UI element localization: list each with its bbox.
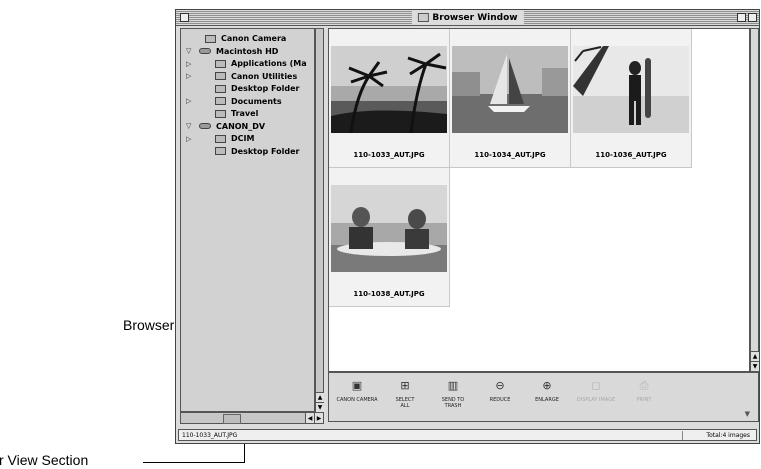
toolbar: ▼ ▣ CANON CAMERA ⊞ SELECT ALL ▥ SEND TO TRASH… xyxy=(328,372,759,422)
zoom-out-icon: ⊖ xyxy=(495,379,505,392)
folder-icon xyxy=(215,109,226,118)
camera-button[interactable]: ▣ CANON CAMERA xyxy=(333,379,381,404)
folder-icon xyxy=(215,59,226,68)
toolbar-button-label: DISPLAY IMAGE xyxy=(576,397,616,403)
tree-item[interactable]: ▷ Canon Utilities xyxy=(186,70,298,83)
display-image-button[interactable]: ◻ DISPLAY IMAGE xyxy=(572,379,620,404)
image-thumbnail[interactable]: 110-1033_AUT.JPG xyxy=(329,29,450,168)
status-bar: 110-1033_AUT.JPG Total:4 images xyxy=(178,429,757,441)
thumbnail-image xyxy=(452,46,568,133)
image-count: Total:4 images xyxy=(706,432,750,439)
image-thumbnail[interactable]: 110-1034_AUT.JPG xyxy=(450,29,571,168)
scroll-down-arrow-icon[interactable]: ▼ xyxy=(315,402,324,412)
toolbar-button-label: PRINT xyxy=(636,397,652,403)
thumbnail-filename: 110-1036_AUT.JPG xyxy=(595,151,667,159)
zoom-in-button[interactable]: ⊕ ENLARGE xyxy=(523,379,571,404)
tree-item-label: Desktop Folder xyxy=(231,146,300,156)
image-thumbnail[interactable]: 110-1038_AUT.JPG xyxy=(329,168,450,307)
window-title: Browser Window xyxy=(411,10,524,25)
disclosure-closed-icon[interactable]: ▷ xyxy=(186,97,191,105)
scroll-left-arrow-icon[interactable]: ◀ xyxy=(305,413,314,423)
tree-item[interactable]: Canon Camera xyxy=(205,32,286,45)
tree-item[interactable]: Desktop Folder xyxy=(215,82,299,95)
camera-icon: ▣ xyxy=(351,379,363,392)
tree-item[interactable]: ▷ Applications (Ma xyxy=(186,57,307,70)
scroll-right-arrow-icon[interactable]: ▶ xyxy=(314,413,323,423)
scroll-thumb[interactable] xyxy=(223,414,241,424)
folder-view-callout: r View Section xyxy=(0,452,89,468)
display-image-icon: ◻ xyxy=(591,379,601,392)
trash-icon: ▥ xyxy=(447,379,459,392)
close-box[interactable] xyxy=(180,13,189,22)
folder-icon xyxy=(215,134,226,143)
tree-item-label: Desktop Folder xyxy=(231,84,300,93)
tree-item-label: Macintosh HD xyxy=(216,46,279,56)
thumbnail-image xyxy=(331,46,447,133)
disclosure-open-icon[interactable]: ▽ xyxy=(186,122,191,130)
folder-icon xyxy=(215,147,226,155)
tree-item-label: Applications (Ma xyxy=(231,59,307,68)
select-all-icon: ⊞ xyxy=(400,379,410,392)
tree-item[interactable]: Desktop Folder xyxy=(215,145,299,158)
thumbnail-image xyxy=(573,46,689,133)
tree-item[interactable]: Travel xyxy=(215,107,258,120)
collapse-box[interactable] xyxy=(748,13,757,22)
tree-item-label: DCIM xyxy=(231,134,255,143)
zoom-box[interactable] xyxy=(737,13,746,22)
tree-item-label: Canon Camera xyxy=(221,34,287,43)
disclosure-closed-icon[interactable]: ▷ xyxy=(186,60,191,68)
zoom-out-button[interactable]: ⊖ REDUCE xyxy=(476,379,524,404)
tree-item[interactable]: ▷ DCIM xyxy=(186,132,255,145)
toolbar-button-label: SELECT ALL xyxy=(395,397,415,409)
tree-item-label: Canon Utilities xyxy=(231,71,298,81)
camera-icon xyxy=(205,34,216,43)
folder-view-section[interactable]: Canon Camera ▽ Macintosh HD ▷ Applications (… xyxy=(180,28,315,412)
toolbar-button-label: SEND TO TRASH xyxy=(441,397,465,409)
tree-item-label: Documents xyxy=(231,96,282,106)
folder-view-leader-horizontal xyxy=(143,462,245,463)
tree-item[interactable]: ▽ Macintosh HD xyxy=(186,45,279,58)
toolbar-scroll-arrow-icon[interactable]: ▼ xyxy=(745,410,750,418)
print-button[interactable]: ⎙ PRINT xyxy=(620,379,668,404)
select-all-button[interactable]: ⊞ SELECT ALL xyxy=(381,379,429,410)
thumbnail-filename: 110-1033_AUT.JPG xyxy=(353,151,425,159)
zoom-in-icon: ⊕ xyxy=(542,379,552,392)
selected-file-name: 110-1033_AUT.JPG xyxy=(182,432,238,439)
scroll-up-arrow-icon[interactable]: ▲ xyxy=(750,351,759,361)
disclosure-open-icon[interactable]: ▽ xyxy=(186,47,191,55)
hard-disk-icon xyxy=(199,48,211,54)
folder-icon xyxy=(417,13,429,22)
tree-item-label: CANON_DV xyxy=(216,121,266,131)
folder-pane-vertical-scrollbar[interactable]: ▲ ▼ xyxy=(315,28,324,412)
title-bar[interactable]: Browser Window xyxy=(176,10,759,26)
disclosure-closed-icon[interactable]: ▷ xyxy=(186,135,191,143)
folder-icon xyxy=(215,97,226,105)
folder-icon xyxy=(215,84,226,93)
browser-vertical-scrollbar[interactable]: ▲ ▼ xyxy=(750,28,759,372)
trash-button[interactable]: ▥ SEND TO TRASH xyxy=(429,379,477,410)
print-icon: ⎙ xyxy=(639,379,649,392)
browser-area[interactable]: 110-1033_AUT.JPG 110-1034_AUT.JPG 110-1036… xyxy=(328,28,750,372)
disclosure-closed-icon[interactable]: ▷ xyxy=(186,72,191,80)
image-thumbnail[interactable]: 110-1036_AUT.JPG xyxy=(571,29,692,168)
status-divider xyxy=(682,431,683,440)
scroll-up-arrow-icon[interactable]: ▲ xyxy=(315,392,324,402)
toolbar-button-label: REDUCE xyxy=(489,397,511,403)
scroll-down-arrow-icon[interactable]: ▼ xyxy=(750,361,759,371)
thumbnail-image xyxy=(331,185,447,272)
thumbnail-filename: 110-1034_AUT.JPG xyxy=(474,151,546,159)
tree-item[interactable]: ▽ CANON_DV xyxy=(186,120,266,133)
drive-icon xyxy=(199,123,211,129)
folder-pane-horizontal-scrollbar[interactable]: ◀ ▶ xyxy=(180,412,324,424)
toolbar-button-label: ENLARGE xyxy=(535,397,559,403)
browser-window: Browser Window Canon Camera ▽ Macintosh HD… xyxy=(175,9,760,444)
folder-icon xyxy=(215,72,226,80)
thumbnail-filename: 110-1038_AUT.JPG xyxy=(353,290,425,298)
tree-item[interactable]: ▷ Documents xyxy=(186,95,282,108)
tree-item-label: Travel xyxy=(231,109,259,118)
toolbar-button-label: CANON CAMERA xyxy=(336,397,378,403)
